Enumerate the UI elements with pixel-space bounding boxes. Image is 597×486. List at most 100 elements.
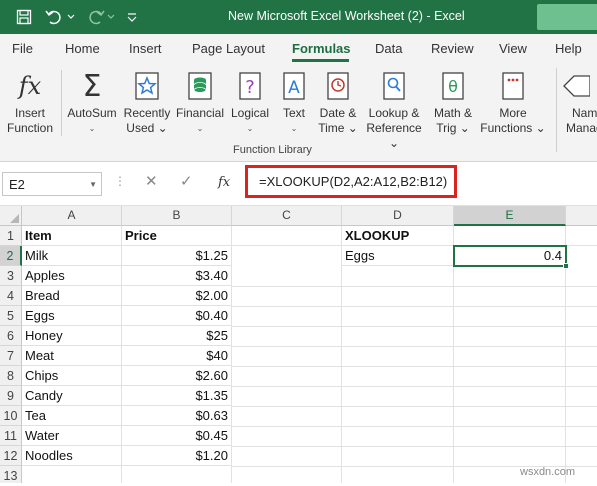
financial-dropdown: ⌄ [196,124,204,133]
tab-home[interactable]: Home [65,41,100,56]
row-header-10[interactable]: 10 [0,406,22,426]
row-header-11[interactable]: 11 [0,426,22,446]
logical-button[interactable]: ? Logical ⌄ [227,68,273,136]
cell-a2[interactable]: Milk [22,246,122,266]
tab-insert[interactable]: Insert [129,41,162,56]
cell-a13[interactable] [22,466,122,483]
text-button[interactable]: A Text ⌄ [274,68,314,136]
cell-b6[interactable]: $25 [122,326,232,346]
cell-b9[interactable]: $1.35 [122,386,232,406]
tab-file[interactable]: File [12,41,33,56]
column-header-d[interactable]: D [342,206,454,226]
cell-b4[interactable]: $2.00 [122,286,232,306]
row-header-2[interactable]: 2 [0,246,22,266]
cell-b11[interactable]: $0.45 [122,426,232,446]
math-trig-label-1: Math & [433,106,472,120]
cell-b13[interactable] [122,466,232,483]
select-all-corner[interactable] [0,206,22,226]
cell-b1[interactable]: Price [122,226,232,246]
cell-a11[interactable]: Water [22,426,122,446]
confirm-check-icon[interactable]: ✓ [180,172,193,190]
tab-view[interactable]: View [499,41,527,56]
tab-page-layout[interactable]: Page Layout [192,41,265,56]
column-f-empty-cells[interactable] [566,246,597,483]
formula-bar-grip-icon[interactable]: ⋮ [114,174,126,188]
financial-button[interactable]: Financial ⌄ [174,68,226,136]
row-header-3[interactable]: 3 [0,266,22,286]
cell-c1[interactable] [232,226,342,246]
cell-a9[interactable]: Candy [22,386,122,406]
cell-b2[interactable]: $1.25 [122,246,232,266]
cancel-icon[interactable]: ✕ [145,172,158,190]
window-title: New Microsoft Excel Worksheet (2) - Exce… [228,9,465,23]
recently-used-button[interactable]: Recently Used ⌄ [121,68,173,136]
undo-icon[interactable] [44,7,64,27]
fill-handle[interactable] [563,263,569,269]
customize-toolbar-icon[interactable] [122,7,142,27]
cell-a6[interactable]: Honey [22,326,122,346]
row-header-4[interactable]: 4 [0,286,22,306]
row-header-5[interactable]: 5 [0,306,22,326]
math-trig-button[interactable]: θ Math & Trig ⌄ [428,68,478,136]
date-time-button[interactable]: Date & Time ⌄ [315,68,361,136]
tab-help[interactable]: Help [555,41,582,56]
cell-a3[interactable]: Apples [22,266,122,286]
cell-f1[interactable] [566,226,597,246]
formula-input[interactable]: =XLOOKUP(D2,A2:A12,B2:B12) [245,165,457,198]
cell-a7[interactable]: Meat [22,346,122,366]
insert-function-button[interactable]: fx Insert Function [4,68,56,136]
cell-b8[interactable]: $2.60 [122,366,232,386]
autosum-dropdown: ⌄ [88,124,96,133]
search-box[interactable] [537,4,597,30]
formula-bar: E2 ▼ ⋮ ✕ ✓ fx =XLOOKUP(D2,A2:A12,B2:B12) [0,162,597,206]
column-e-empty-cells[interactable] [454,266,566,483]
row-header-6[interactable]: 6 [0,326,22,346]
cell-e1[interactable] [454,226,566,246]
cell-b5[interactable]: $0.40 [122,306,232,326]
lookup-reference-button[interactable]: Lookup & Reference ⌄ [361,68,427,151]
row-header-7[interactable]: 7 [0,346,22,366]
row-header-8[interactable]: 8 [0,366,22,386]
column-header-c[interactable]: C [232,206,342,226]
name-manager-button[interactable]: Nam Manag [560,68,597,136]
cell-a1[interactable]: Item [22,226,122,246]
cell-b7[interactable]: $40 [122,346,232,366]
cell-d2[interactable]: Eggs [342,246,454,266]
cell-b3[interactable]: $3.40 [122,266,232,286]
cell-a5[interactable]: Eggs [22,306,122,326]
cell-d1[interactable]: XLOOKUP [342,226,454,246]
column-header-f[interactable] [566,206,597,226]
row-header-9[interactable]: 9 [0,386,22,406]
column-header-b[interactable]: B [122,206,232,226]
ribbon-separator [61,70,62,136]
column-header-a[interactable]: A [22,206,122,226]
column-c-empty-cells[interactable] [232,246,342,483]
undo-dropdown-icon[interactable] [66,7,76,27]
row-header-13[interactable]: 13 [0,466,22,483]
chevron-down-icon[interactable]: ▼ [89,180,97,189]
cell-a4[interactable]: Bread [22,286,122,306]
save-icon[interactable] [14,7,34,27]
name-manager-label-2: Manag [566,121,597,135]
more-functions-button[interactable]: More Functions ⌄ [478,68,548,136]
cell-b10[interactable]: $0.63 [122,406,232,426]
cell-b12[interactable]: $1.20 [122,446,232,466]
tab-formulas[interactable]: Formulas [292,41,351,56]
insert-function-fx-button[interactable]: fx [218,175,230,190]
column-header-e[interactable]: E [454,206,566,226]
column-d-empty-cells[interactable] [342,266,454,483]
redo-icon[interactable] [86,7,106,27]
star-icon [121,68,173,104]
cell-a12[interactable]: Noodles [22,446,122,466]
row-header-1[interactable]: 1 [0,226,22,246]
tab-data[interactable]: Data [375,41,402,56]
autosum-button[interactable]: Σ AutoSum ⌄ [64,68,120,136]
tab-review[interactable]: Review [431,41,474,56]
function-library-group-label: Function Library [233,144,312,156]
redo-dropdown-icon[interactable] [106,7,116,27]
watermark-text: wsxdn.com [520,466,576,478]
name-box[interactable]: E2 ▼ [2,172,102,196]
row-header-12[interactable]: 12 [0,446,22,466]
cell-a10[interactable]: Tea [22,406,122,426]
cell-a8[interactable]: Chips [22,366,122,386]
